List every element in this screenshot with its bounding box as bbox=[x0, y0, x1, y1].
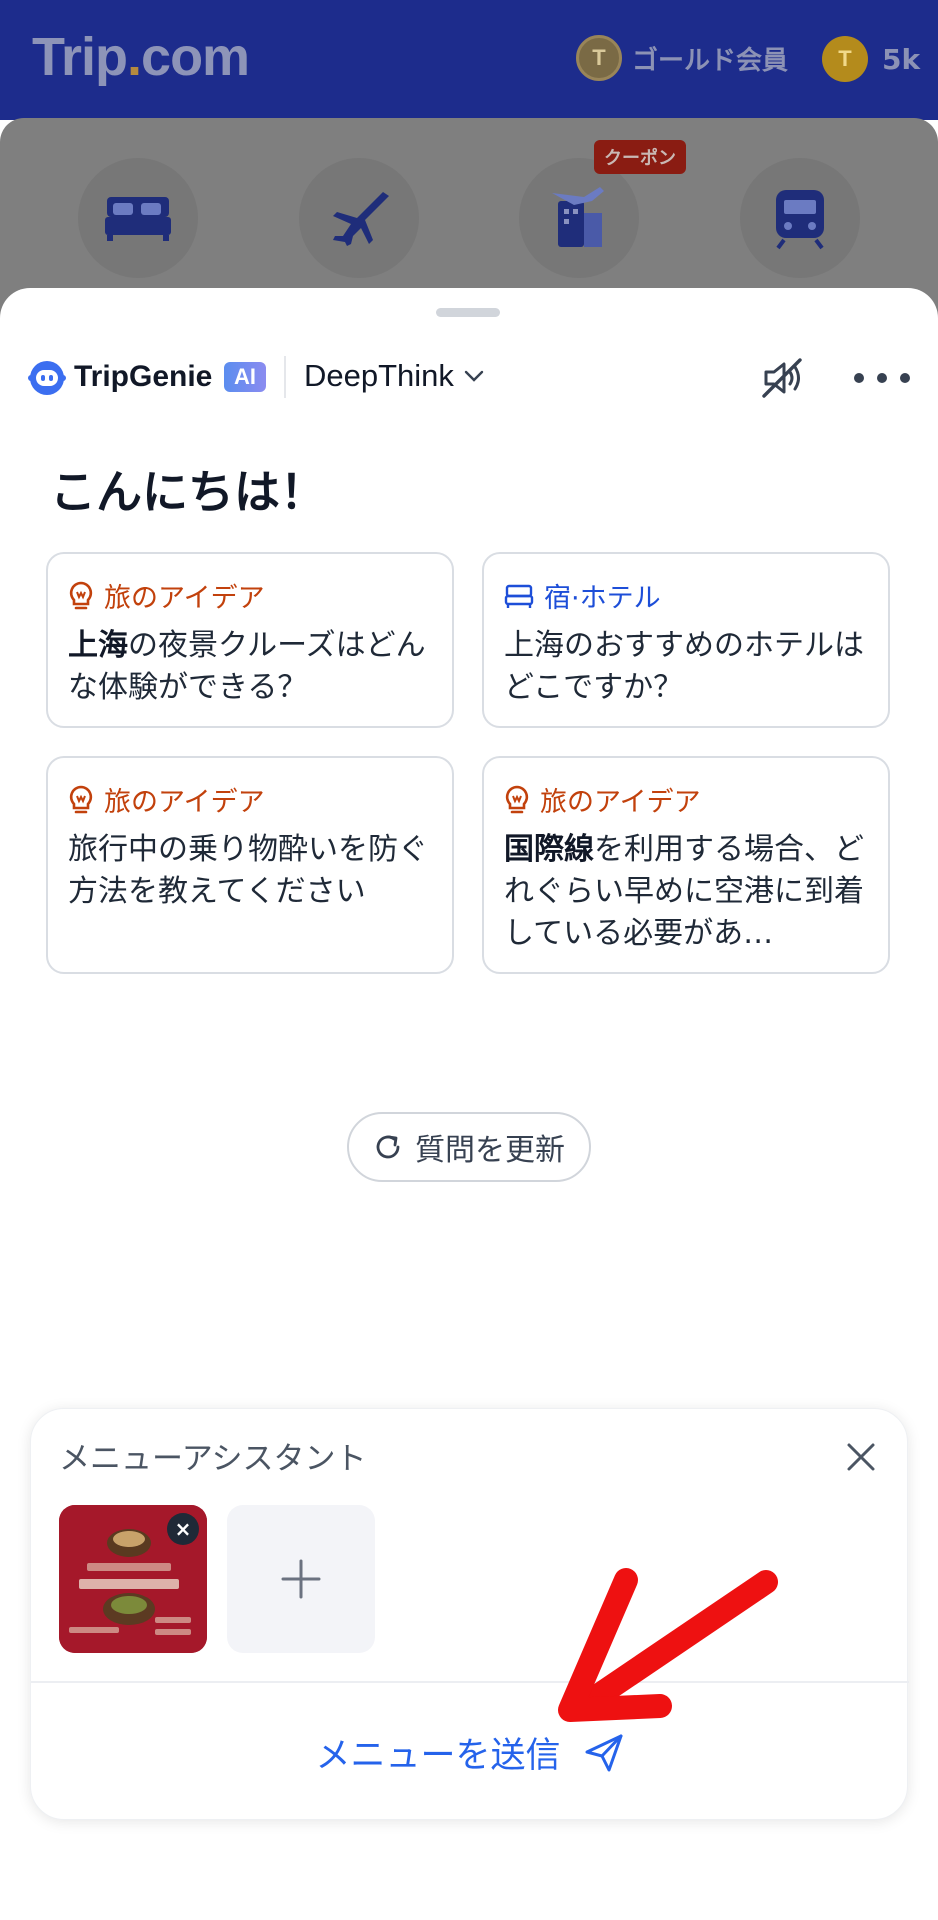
category-flight-hotel[interactable] bbox=[519, 158, 639, 278]
card-tag: 旅のアイデア bbox=[68, 780, 432, 819]
train-icon bbox=[776, 190, 824, 250]
card-question: 国際線を利用する場合、どれぐらい早めに空港に到着している必要があ… bbox=[504, 832, 864, 951]
sheet-drag-handle[interactable] bbox=[436, 308, 500, 317]
tripgenie-brand: TripGenie bbox=[74, 360, 213, 393]
more-options-icon[interactable] bbox=[854, 354, 910, 402]
trip-coin-icon: T bbox=[822, 36, 868, 82]
member-level-label: ゴールド会員 bbox=[632, 45, 789, 76]
close-icon[interactable] bbox=[841, 1437, 881, 1477]
category-trains[interactable] bbox=[740, 158, 860, 278]
suggestion-card[interactable]: 旅のアイデア 国際線を利用する場合、どれぐらい早めに空港に到着している必要があ… bbox=[482, 756, 890, 974]
panel-title: メニューアシスタント bbox=[59, 1441, 367, 1477]
airplane-icon bbox=[333, 192, 389, 246]
card-question: 上海のおすすめのホテルはどこですか？ bbox=[504, 628, 864, 705]
suggestion-card[interactable]: 旅のアイデア 上海の夜景クルーズはどんな体験ができる？ bbox=[46, 552, 454, 728]
category-flights[interactable] bbox=[299, 158, 419, 278]
card-question: 旅行中の乗り物酔いを防ぐ方法を教えてください bbox=[68, 832, 428, 909]
mode-label: DeepThink bbox=[304, 358, 454, 393]
mode-selector[interactable]: DeepThink bbox=[304, 358, 484, 394]
annotation-arrow-icon bbox=[558, 1568, 778, 1722]
plus-icon bbox=[281, 1559, 321, 1599]
suggestion-card[interactable]: 旅のアイデア 旅行中の乗り物酔いを防ぐ方法を教えてください bbox=[46, 756, 454, 974]
card-tag: 旅のアイデア bbox=[68, 576, 432, 615]
lightbulb-icon bbox=[69, 785, 93, 813]
tripgenie-header: TripGenie AI DeepThink bbox=[0, 348, 938, 410]
hotel-flight-icon bbox=[552, 187, 604, 247]
chevron-down-icon bbox=[464, 370, 484, 382]
coupon-badge: クーポン bbox=[594, 140, 686, 174]
remove-photo-icon[interactable]: × bbox=[167, 1513, 199, 1545]
membership-badge[interactable]: T ゴールド会員 bbox=[576, 35, 789, 81]
trip-coins[interactable]: T 5k bbox=[822, 36, 920, 82]
suggestion-card[interactable]: 宿·ホテル 上海のおすすめのホテルはどこですか？ bbox=[482, 552, 890, 728]
lightbulb-icon bbox=[505, 785, 529, 813]
menu-photo-thumbnail[interactable]: × bbox=[59, 1505, 207, 1653]
gold-member-icon: T bbox=[576, 35, 622, 81]
card-tag: 宿·ホテル bbox=[504, 576, 868, 615]
refresh-questions-button[interactable]: 質問を更新 bbox=[347, 1112, 591, 1182]
ai-badge: AI bbox=[224, 362, 266, 392]
app-header: Trip.com T ゴールド会員 T 5k bbox=[0, 0, 938, 120]
sound-off-icon[interactable] bbox=[758, 354, 806, 402]
greeting-title: こんにちは！ bbox=[50, 465, 326, 519]
category-hotels[interactable] bbox=[78, 158, 198, 278]
trip-logo: Trip.com bbox=[32, 27, 250, 87]
bed-icon bbox=[504, 584, 534, 608]
header-divider bbox=[284, 356, 286, 398]
bed-icon bbox=[105, 197, 171, 241]
card-question: 上海の夜景クルーズはどんな体験ができる？ bbox=[68, 628, 426, 705]
refresh-icon bbox=[376, 1135, 400, 1159]
lightbulb-icon bbox=[69, 581, 93, 609]
tripgenie-bot-icon bbox=[28, 361, 66, 395]
refresh-label: 質問を更新 bbox=[415, 1133, 565, 1168]
send-menu-label: メニューを送信 bbox=[315, 1736, 561, 1776]
card-tag: 旅のアイデア bbox=[504, 780, 868, 819]
add-photo-button[interactable] bbox=[227, 1505, 375, 1653]
trip-coins-value: 5k bbox=[882, 42, 921, 76]
